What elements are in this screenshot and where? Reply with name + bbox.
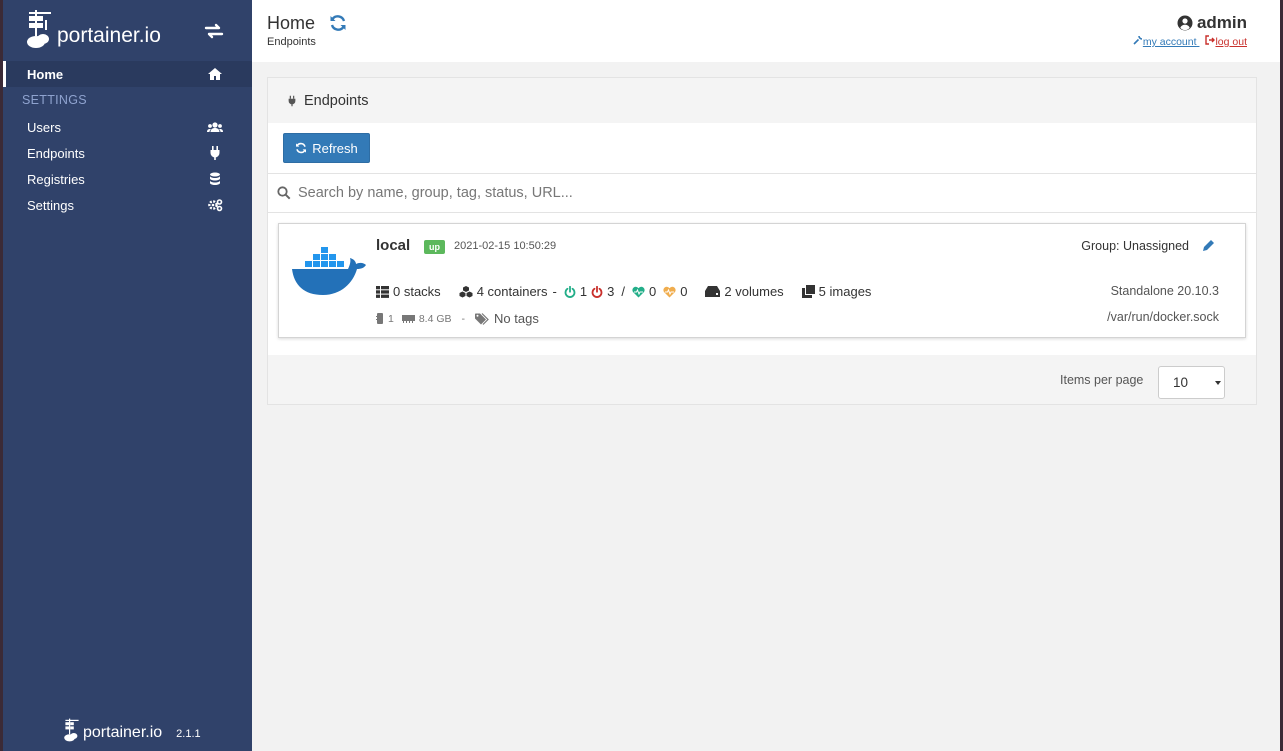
sign-out-icon bbox=[1205, 35, 1216, 45]
table-icon bbox=[376, 285, 389, 298]
memory-size: 8.4 GB bbox=[418, 312, 452, 325]
portainer-logo-icon bbox=[27, 10, 51, 48]
version-label: 2.1.1 bbox=[176, 728, 201, 740]
home-icon bbox=[208, 68, 222, 80]
sidebar-item-label: Settings bbox=[27, 197, 74, 213]
endpoint-name: local bbox=[376, 237, 411, 254]
brand-logo[interactable]: portainer.io bbox=[25, 8, 161, 50]
user-links: my account log out bbox=[1133, 35, 1247, 48]
username-text: admin bbox=[1196, 13, 1247, 32]
widget-header: Endpoints bbox=[268, 78, 1256, 123]
items-per-page-label: Items per page bbox=[1060, 373, 1144, 387]
endpoint-meta: 1 8.4 GB - No tags bbox=[376, 311, 539, 326]
status-badge: up bbox=[424, 240, 445, 254]
breadcrumb: Endpoints bbox=[267, 36, 316, 48]
hdd-icon bbox=[705, 286, 721, 297]
settings-section-label: SETTINGS bbox=[22, 93, 87, 107]
endpoints-widget: Endpoints Refresh local bbox=[267, 77, 1257, 405]
caret-down-icon bbox=[1215, 381, 1221, 385]
running-count: 1 bbox=[579, 284, 588, 299]
sidebar-item-label: Home bbox=[27, 66, 64, 82]
sidebar-item-registries[interactable]: Registries bbox=[3, 166, 252, 192]
sidebar-item-endpoints[interactable]: Endpoints bbox=[3, 140, 252, 166]
volumes-count: 2 volumes bbox=[724, 284, 784, 299]
cogs-icon bbox=[208, 199, 223, 212]
brand-name: portainer.io bbox=[57, 24, 161, 47]
endpoint-tags: No tags bbox=[494, 311, 539, 326]
widget-title: Endpoints bbox=[304, 92, 369, 109]
containers-count: 4 containers bbox=[476, 284, 548, 299]
header-bar: Home Endpoints admin my account log out bbox=[252, 0, 1280, 62]
widget-toolbar: Refresh bbox=[268, 123, 1256, 173]
sidebar-item-label: Users bbox=[27, 119, 61, 135]
sidebar-item-home[interactable]: Home bbox=[3, 61, 252, 87]
images-stat: 5 images bbox=[801, 284, 872, 299]
heartbeat-warning-icon bbox=[663, 286, 676, 297]
endpoint-url: /var/run/docker.sock bbox=[1107, 310, 1219, 324]
exchange-icon[interactable] bbox=[203, 22, 225, 40]
log-out-link[interactable]: log out bbox=[1205, 35, 1247, 48]
database-icon bbox=[210, 172, 220, 185]
cpu-icon bbox=[376, 313, 383, 324]
items-per-page-value: 10 bbox=[1173, 375, 1189, 390]
sidebar-item-label: Endpoints bbox=[27, 145, 85, 161]
portainer-logo-icon bbox=[64, 718, 79, 742]
endpoint-stats: 0 stacks 4 containers - 1 3 / 0 0 2 volu… bbox=[376, 284, 871, 299]
cubes-icon bbox=[459, 285, 473, 297]
power-on-icon bbox=[564, 285, 576, 298]
docker-logo-icon bbox=[292, 247, 366, 295]
plug-icon bbox=[210, 146, 220, 160]
heartbeat-icon bbox=[632, 286, 645, 297]
pagination-footer: Items per page 10 bbox=[268, 355, 1256, 404]
sidebar-item-settings[interactable]: Settings bbox=[3, 192, 252, 218]
items-per-page-select[interactable]: 10 bbox=[1158, 366, 1225, 399]
healthy-count: 0 bbox=[648, 284, 657, 299]
endpoint-group: Group: Unassigned bbox=[1081, 239, 1189, 253]
pencil-icon[interactable] bbox=[1201, 239, 1215, 253]
refresh-label: Refresh bbox=[312, 140, 358, 156]
refresh-icon[interactable] bbox=[329, 14, 347, 32]
my-account-link[interactable]: my account bbox=[1133, 35, 1200, 48]
users-icon bbox=[207, 122, 223, 132]
endpoint-card[interactable]: local up 2021-02-15 10:50:29 Group: Unas… bbox=[278, 223, 1246, 338]
endpoint-timestamp: 2021-02-15 10:50:29 bbox=[454, 240, 557, 252]
search-input[interactable] bbox=[298, 181, 1238, 205]
footer-brand: portainer.io 2.1.1 bbox=[63, 716, 201, 744]
search-icon bbox=[277, 186, 291, 200]
page-title: Home bbox=[267, 13, 316, 33]
sidebar-item-users[interactable]: Users bbox=[3, 114, 252, 140]
images-count: 5 images bbox=[818, 284, 872, 299]
user-circle-icon bbox=[1177, 15, 1193, 31]
volumes-stat: 2 volumes bbox=[705, 284, 784, 299]
power-off-icon bbox=[591, 285, 603, 298]
unhealthy-count: 0 bbox=[680, 284, 688, 299]
endpoint-list: local up 2021-02-15 10:50:29 Group: Unas… bbox=[268, 213, 1256, 355]
sidebar-item-label: Registries bbox=[27, 171, 85, 187]
memory-icon bbox=[401, 314, 415, 323]
sidebar: portainer.io Home SETTINGS Users Endpoin… bbox=[3, 0, 252, 751]
log-out-text: log out bbox=[1215, 36, 1247, 48]
stopped-count: 3 bbox=[607, 284, 615, 299]
cpu-count: 1 bbox=[388, 312, 394, 325]
my-account-text: my account bbox=[1142, 36, 1197, 48]
footer-brand-name: portainer.io bbox=[83, 724, 163, 741]
stacks-stat: 0 stacks bbox=[376, 284, 441, 299]
wrench-icon bbox=[1133, 35, 1142, 45]
clone-icon bbox=[801, 285, 815, 298]
stacks-count: 0 stacks bbox=[393, 284, 441, 299]
user-name: admin bbox=[1133, 13, 1247, 33]
refresh-icon bbox=[296, 142, 307, 154]
containers-stat: 4 containers - 1 3 / 0 0 bbox=[459, 284, 688, 299]
tags-icon bbox=[475, 312, 489, 325]
endpoint-type: Standalone 20.10.3 bbox=[1110, 284, 1219, 298]
refresh-button[interactable]: Refresh bbox=[283, 133, 370, 163]
plug-icon bbox=[288, 95, 296, 106]
user-block: admin my account log out bbox=[1133, 13, 1247, 48]
search-row bbox=[268, 173, 1256, 213]
